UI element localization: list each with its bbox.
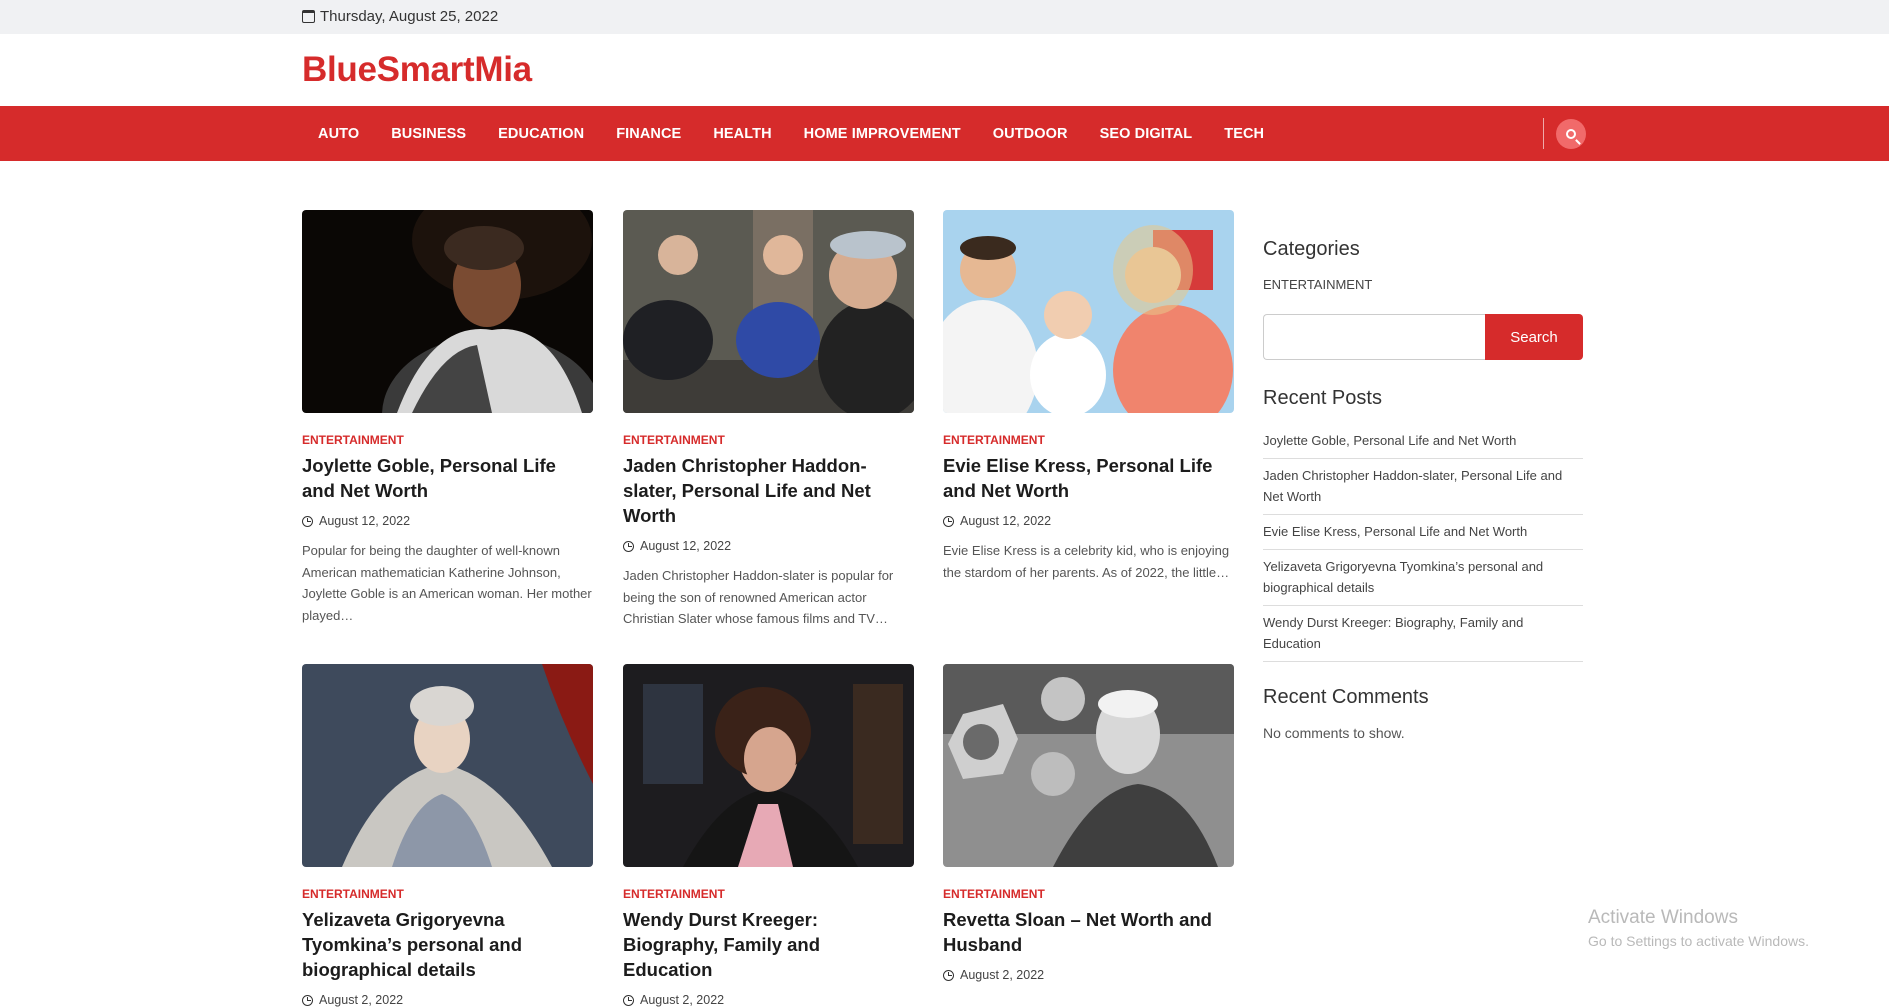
nav-item-outdoor[interactable]: OUTDOOR [977, 126, 1084, 142]
article-date-text[interactable]: August 2, 2022 [960, 968, 1044, 982]
sidebar-search-button[interactable]: Search [1485, 314, 1583, 360]
article-date-text[interactable]: August 12, 2022 [960, 514, 1051, 528]
categories-heading: Categories [1263, 238, 1360, 260]
article-card: ENTERTAINMENT Revetta Sloan – Net Worth … [943, 664, 1234, 982]
activate-windows-watermark: Activate Windows Go to Settings to activ… [1588, 907, 1809, 949]
recent-post-link[interactable]: Joylette Goble, Personal Life and Net Wo… [1263, 424, 1583, 459]
nav-item-seo-digital[interactable]: SEO DIGITAL [1084, 126, 1209, 142]
article-date: August 12, 2022 [943, 514, 1234, 528]
site-title[interactable]: BlueSmartMia [302, 50, 532, 90]
watermark-subtitle: Go to Settings to activate Windows. [1588, 933, 1809, 949]
article-excerpt: Popular for being the daughter of well-k… [302, 543, 592, 623]
article-card: ENTERTAINMENT Wendy Durst Kreeger: Biogr… [623, 664, 914, 1007]
nav-item-health[interactable]: HEALTH [697, 126, 787, 142]
recent-posts-heading: Recent Posts [1263, 387, 1382, 409]
article-category[interactable]: ENTERTAINMENT [943, 433, 1234, 447]
article-date-text[interactable]: August 2, 2022 [319, 993, 403, 1007]
top-bar: Thursday, August 25, 2022 [0, 0, 1889, 34]
date-text: Thursday, August 25, 2022 [320, 8, 499, 25]
article-category[interactable]: ENTERTAINMENT [302, 887, 593, 901]
sidebar-search: Search [1263, 314, 1583, 360]
article-title[interactable]: Wendy Durst Kreeger: Biography, Family a… [623, 907, 914, 982]
recent-posts-list: Joylette Goble, Personal Life and Net Wo… [1263, 424, 1583, 662]
article-date: August 2, 2022 [623, 993, 914, 1007]
article-card: ENTERTAINMENT Joylette Goble, Personal L… [302, 210, 593, 626]
article-excerpt: Evie Elise Kress is a celebrity kid, who… [943, 543, 1230, 580]
no-comments-text: No comments to show. [1263, 725, 1405, 741]
article-category[interactable]: ENTERTAINMENT [302, 433, 593, 447]
article-thumbnail[interactable] [302, 664, 593, 867]
article-title[interactable]: Revetta Sloan – Net Worth and Husband [943, 907, 1234, 957]
article-excerpt: Jaden Christopher Haddon-slater is popul… [623, 568, 894, 626]
nav-item-tech[interactable]: TECH [1208, 126, 1280, 142]
clock-icon [943, 515, 954, 527]
calendar-icon [302, 10, 315, 23]
article-thumbnail[interactable] [623, 664, 914, 867]
article-date-text[interactable]: August 12, 2022 [319, 514, 410, 528]
nav-item-business[interactable]: BUSINESS [375, 126, 482, 142]
article-title[interactable]: Yelizaveta Grigoryevna Tyomkina’s person… [302, 907, 593, 982]
clock-icon [943, 969, 954, 981]
recent-post-link[interactable]: Jaden Christopher Haddon-slater, Persona… [1263, 459, 1583, 515]
article-date: August 2, 2022 [943, 968, 1234, 982]
article-date-text[interactable]: August 12, 2022 [640, 539, 731, 553]
nav-divider [1543, 118, 1544, 149]
nav-item-finance[interactable]: FINANCE [600, 126, 697, 142]
article-card: ENTERTAINMENT Evie Elise Kress, Personal… [943, 210, 1234, 583]
clock-icon [623, 994, 634, 1006]
article-thumbnail[interactable] [623, 210, 914, 413]
clock-icon [302, 515, 313, 527]
date-display: Thursday, August 25, 2022 [302, 8, 498, 25]
article-thumbnail[interactable] [943, 664, 1234, 867]
article-category[interactable]: ENTERTAINMENT [623, 887, 914, 901]
article-card: ENTERTAINMENT Jaden Christopher Haddon-s… [623, 210, 914, 630]
article-title[interactable]: Jaden Christopher Haddon-slater, Persona… [623, 453, 914, 528]
header-search-button[interactable] [1556, 119, 1586, 149]
search-icon [1566, 129, 1576, 139]
article-thumbnail[interactable] [943, 210, 1234, 413]
article-title[interactable]: Joylette Goble, Personal Life and Net Wo… [302, 453, 593, 503]
sidebar-search-input[interactable] [1263, 314, 1485, 360]
recent-post-link[interactable]: Wendy Durst Kreeger: Biography, Family a… [1263, 606, 1583, 662]
nav-item-auto[interactable]: AUTO [302, 126, 375, 142]
article-card: ENTERTAINMENT Yelizaveta Grigoryevna Tyo… [302, 664, 593, 1007]
article-date: August 2, 2022 [302, 993, 593, 1007]
watermark-title: Activate Windows [1588, 907, 1738, 928]
nav-item-home-improvement[interactable]: HOME IMPROVEMENT [788, 126, 977, 142]
recent-post-link[interactable]: Evie Elise Kress, Personal Life and Net … [1263, 515, 1583, 550]
article-date: August 12, 2022 [302, 514, 593, 528]
recent-post-link[interactable]: Yelizaveta Grigoryevna Tyomkina’s person… [1263, 550, 1583, 606]
sidebar: Categories ENTERTAINMENT Search Recent P… [1263, 238, 1583, 741]
nav-menu: AUTO BUSINESS EDUCATION FINANCE HEALTH H… [302, 106, 1280, 161]
article-category[interactable]: ENTERTAINMENT [943, 887, 1234, 901]
article-date-text[interactable]: August 2, 2022 [640, 993, 724, 1007]
article-category[interactable]: ENTERTAINMENT [623, 433, 914, 447]
category-link-entertainment[interactable]: ENTERTAINMENT [1263, 277, 1583, 292]
article-title[interactable]: Evie Elise Kress, Personal Life and Net … [943, 453, 1234, 503]
article-date: August 12, 2022 [623, 539, 914, 553]
nav-item-education[interactable]: EDUCATION [482, 126, 600, 142]
recent-comments-heading: Recent Comments [1263, 686, 1429, 708]
article-thumbnail[interactable] [302, 210, 593, 413]
clock-icon [623, 540, 634, 552]
main-nav: AUTO BUSINESS EDUCATION FINANCE HEALTH H… [0, 106, 1889, 161]
clock-icon [302, 994, 313, 1006]
